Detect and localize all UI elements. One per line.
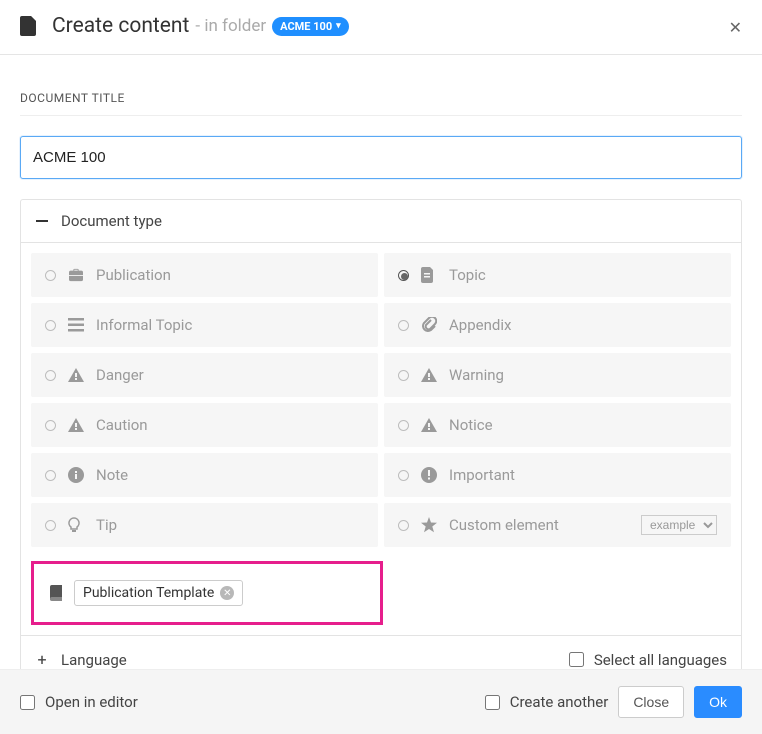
briefcase-icon <box>68 267 86 283</box>
star-icon <box>421 517 439 533</box>
create-another-checkbox[interactable] <box>485 695 500 710</box>
open-in-editor-checkbox[interactable] <box>20 695 35 710</box>
select-all-languages-checkbox[interactable] <box>569 652 584 667</box>
template-highlight: Publication Template ✕ <box>31 561 383 625</box>
doctype-item-note[interactable]: Note <box>31 453 378 497</box>
dialog-footer: Open in editor Create another Close Ok <box>0 669 762 734</box>
divider <box>20 115 742 116</box>
radio-icon <box>398 370 409 381</box>
book-icon <box>48 585 64 601</box>
info-icon <box>68 467 86 483</box>
expand-icon: + <box>35 650 49 669</box>
doctype-item-caution[interactable]: Caution <box>31 403 378 447</box>
doctype-item-important[interactable]: Important <box>384 453 731 497</box>
doctype-item-publication[interactable]: Publication <box>31 253 378 297</box>
bulb-icon <box>68 517 86 533</box>
radio-icon <box>45 470 56 481</box>
warning-icon <box>421 417 439 433</box>
dialog-header: Create content - in folder ACME 100 ▾ ✕ <box>0 0 762 55</box>
create-another-label: Create another <box>510 693 609 711</box>
radio-icon <box>45 320 56 331</box>
radio-icon <box>398 470 409 481</box>
document-icon <box>20 16 38 36</box>
create-another[interactable]: Create another <box>485 693 609 711</box>
radio-icon <box>398 270 409 281</box>
doctype-label: Note <box>96 466 364 484</box>
warning-icon <box>421 367 439 383</box>
dialog-close-button[interactable]: ✕ <box>729 18 742 38</box>
collapse-icon <box>35 214 49 228</box>
radio-icon <box>398 520 409 531</box>
warning-icon <box>68 367 86 383</box>
doctype-item-informal-topic[interactable]: Informal Topic <box>31 303 378 347</box>
warning-icon <box>68 417 86 433</box>
doctype-item-tip[interactable]: Tip <box>31 503 378 547</box>
document-icon <box>421 267 439 283</box>
doctype-item-appendix[interactable]: Appendix <box>384 303 731 347</box>
language-label: Language <box>61 651 127 669</box>
document-type-label: Document type <box>61 212 162 230</box>
close-button[interactable]: Close <box>618 686 684 718</box>
doctype-label: Important <box>449 466 717 484</box>
document-type-panel: Document type Publication Topic Informal T… <box>20 199 742 684</box>
ok-button[interactable]: Ok <box>694 686 742 718</box>
custom-element-select[interactable]: example <box>641 515 717 535</box>
radio-icon <box>398 420 409 431</box>
document-type-grid: Publication Topic Informal Topic Appendix Da… <box>21 243 741 557</box>
important-icon <box>421 467 439 483</box>
select-all-languages[interactable]: Select all languages <box>569 651 727 669</box>
doctype-label: Appendix <box>449 316 717 334</box>
clip-icon <box>421 317 439 333</box>
doctype-label: Caution <box>96 416 364 434</box>
document-type-header[interactable]: Document type <box>21 200 741 243</box>
radio-icon <box>45 520 56 531</box>
doctype-label: Tip <box>96 516 364 534</box>
open-in-editor[interactable]: Open in editor <box>20 693 138 711</box>
doctype-item-notice[interactable]: Notice <box>384 403 731 447</box>
doctype-item-warning[interactable]: Warning <box>384 353 731 397</box>
doctype-label: Publication <box>96 266 364 284</box>
remove-template-icon[interactable]: ✕ <box>220 586 234 600</box>
doctype-item-danger[interactable]: Danger <box>31 353 378 397</box>
doctype-label: Custom element <box>449 516 641 534</box>
document-title-input[interactable] <box>20 136 742 179</box>
doctype-label: Danger <box>96 366 364 384</box>
open-in-editor-label: Open in editor <box>45 693 138 711</box>
doctype-label: Topic <box>449 266 717 284</box>
doctype-label: Notice <box>449 416 717 434</box>
doctype-item-topic[interactable]: Topic <box>384 253 731 297</box>
radio-icon <box>398 320 409 331</box>
template-tag-label: Publication Template <box>83 585 214 601</box>
template-tag[interactable]: Publication Template ✕ <box>74 580 243 606</box>
folder-name: ACME 100 <box>280 20 332 33</box>
dialog-subtitle: - in folder <box>195 16 266 36</box>
folder-badge[interactable]: ACME 100 ▾ <box>272 17 349 36</box>
title-section-label: DOCUMENT TITLE <box>20 91 742 105</box>
list-icon <box>68 317 86 333</box>
radio-icon <box>45 420 56 431</box>
radio-icon <box>45 370 56 381</box>
chevron-down-icon: ▾ <box>336 21 341 31</box>
select-all-languages-label: Select all languages <box>594 651 727 669</box>
doctype-label: Informal Topic <box>96 316 364 334</box>
dialog-title: Create content <box>52 14 189 38</box>
doctype-item-custom-element[interactable]: Custom elementexample <box>384 503 731 547</box>
radio-icon <box>45 270 56 281</box>
doctype-label: Warning <box>449 366 717 384</box>
